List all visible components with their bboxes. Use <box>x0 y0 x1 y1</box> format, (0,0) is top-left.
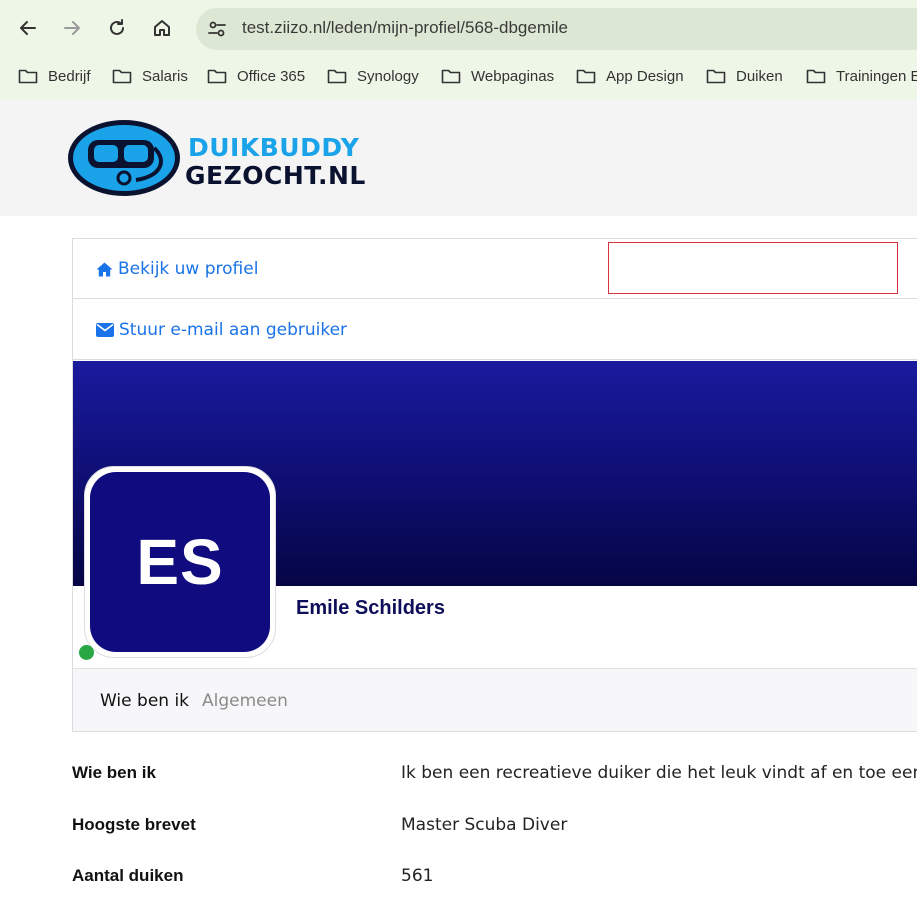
avatar[interactable]: ES <box>90 472 270 652</box>
detail-label-hoogste-brevet: Hoogste brevet <box>72 815 196 834</box>
avatar-initials: ES <box>136 526 224 598</box>
bookmark-app-design[interactable]: App Design <box>576 62 684 90</box>
url-text: test.ziizo.nl/leden/mijn-profiel/568-dbg… <box>242 18 568 37</box>
bookmark-salaris[interactable]: Salaris <box>112 62 188 90</box>
reload-button[interactable] <box>103 14 131 42</box>
bookmark-office365[interactable]: Office 365 <box>207 62 305 90</box>
home-button[interactable] <box>148 14 176 42</box>
reload-icon <box>110 19 124 35</box>
folder-icon <box>441 69 461 84</box>
folder-icon <box>112 69 132 84</box>
bookmark-synology[interactable]: Synology <box>327 62 419 90</box>
arrow-right-icon <box>64 21 80 35</box>
detail-value-wie-ben-ik: Ik ben een recreatieve duiker die het le… <box>401 763 917 783</box>
bookmark-bedrijf[interactable]: Bedrijf <box>18 62 91 90</box>
address-bar[interactable]: test.ziizo.nl/leden/mijn-profiel/568-dbg… <box>196 8 917 50</box>
dive-mask-logo[interactable] <box>66 118 186 198</box>
email-row: Stuur e-mail aan gebruiker <box>73 300 917 360</box>
folder-icon <box>806 69 826 84</box>
detail-value-aantal-duiken: 561 <box>401 866 434 886</box>
folder-icon <box>18 69 38 84</box>
folder-icon <box>207 69 227 84</box>
online-status-indicator <box>79 645 94 660</box>
bookmark-duiken[interactable]: Duiken <box>706 62 783 90</box>
folder-icon <box>576 69 596 84</box>
home-icon <box>154 20 170 36</box>
profile-tabs: Wie ben ik Algemeen <box>73 668 917 731</box>
arrow-left-icon <box>20 21 36 35</box>
highlight-box <box>608 242 898 294</box>
envelope-icon <box>96 323 114 337</box>
detail-label-aantal-duiken: Aantal duiken <box>72 866 184 885</box>
send-email-link[interactable]: Stuur e-mail aan gebruiker <box>96 320 347 340</box>
detail-label-wie-ben-ik: Wie ben ik <box>72 763 156 782</box>
detail-value-hoogste-brevet: Master Scuba Diver <box>401 815 568 835</box>
folder-icon <box>327 69 347 84</box>
bookmark-webpaginas[interactable]: Webpaginas <box>441 62 554 90</box>
home-icon <box>96 262 113 276</box>
logo-text-top: DUIKBUDDY <box>188 133 360 162</box>
profile-name: Emile Schilders <box>296 597 445 619</box>
forward-button[interactable] <box>58 14 86 42</box>
bookmarks-bar: Bedrijf Salaris Office 365 Synology Webp… <box>0 62 917 90</box>
folder-icon <box>706 69 726 84</box>
back-button[interactable] <box>14 14 42 42</box>
tab-wie-ben-ik[interactable]: Wie ben ik <box>100 691 189 711</box>
tab-algemeen[interactable]: Algemeen <box>202 691 288 711</box>
site-settings-icon <box>208 21 226 37</box>
bookmark-trainingen[interactable]: Trainingen E <box>806 62 917 90</box>
logo-text-bottom: GEZOCHT.NL <box>185 161 366 190</box>
view-profile-link[interactable]: Bekijk uw profiel <box>96 259 258 279</box>
